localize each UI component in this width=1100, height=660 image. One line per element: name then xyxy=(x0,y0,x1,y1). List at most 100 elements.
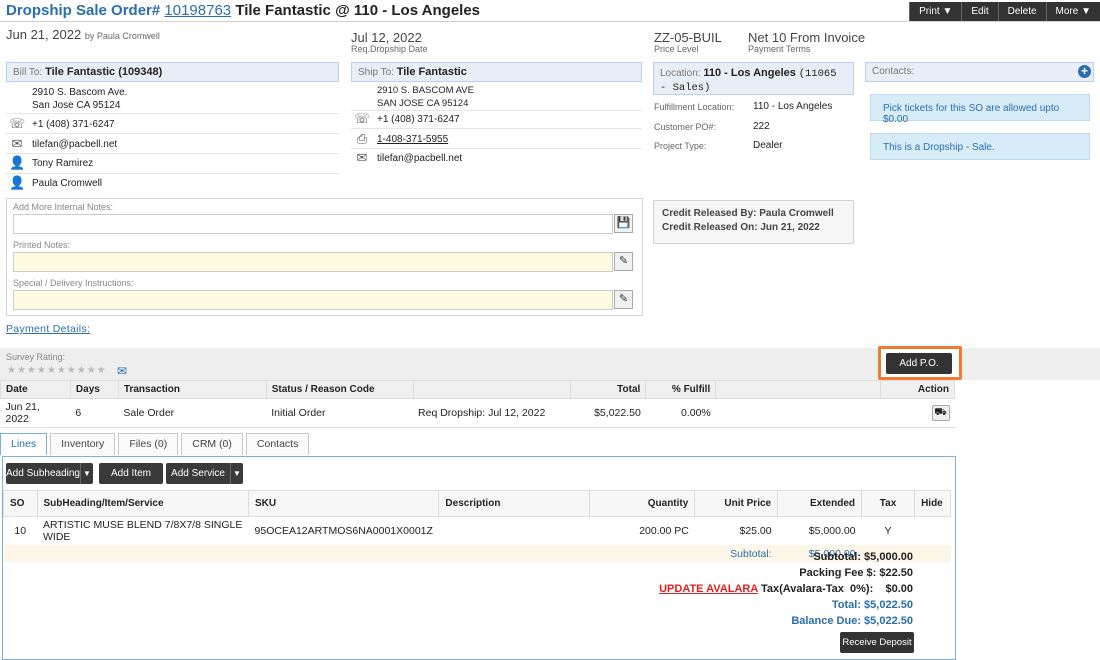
req-date-label: Req.Dropship Date xyxy=(351,44,428,54)
col-so: SO xyxy=(3,490,38,517)
ship-to-fax[interactable]: 1-408-371-5955 xyxy=(377,134,448,145)
chevron-down-icon[interactable]: ▼ xyxy=(80,463,93,484)
cell-hide xyxy=(915,517,951,546)
col-tax: Tax xyxy=(861,490,916,517)
add-po-highlight: Add P.O. xyxy=(878,346,962,380)
survey-rating-stars[interactable]: ★★★★★★★★★★ xyxy=(7,365,107,376)
special-instructions-input[interactable] xyxy=(13,290,613,310)
divider xyxy=(6,113,339,114)
order-customer: Tile Fantastic @ 110 - Los Angeles xyxy=(235,2,481,19)
bill-to-header: Bill To: Tile Fantastic (109348) xyxy=(6,62,339,82)
divider xyxy=(6,173,339,174)
bill-to-name[interactable]: Tile Fantastic (109348) xyxy=(45,66,162,78)
cell-action: ⛟ xyxy=(880,398,955,428)
payment-details-link[interactable]: Payment Details: xyxy=(6,323,90,335)
fulfillment-location: 110 - Los Angeles xyxy=(753,101,833,112)
transactions-table: Date Days Transaction Status / Reason Co… xyxy=(0,380,956,428)
tab-inventory[interactable]: Inventory xyxy=(50,433,116,455)
chevron-down-icon[interactable]: ▼ xyxy=(230,463,243,484)
col-sku: SKU xyxy=(248,490,440,517)
col-item: SubHeading/Item/Service xyxy=(36,490,250,517)
update-avalara-link[interactable]: UPDATE AVALARA xyxy=(659,583,758,595)
email-icon: ✉ xyxy=(356,150,368,165)
email-icon: ✉ xyxy=(11,136,23,151)
add-po-button[interactable]: Add P.O. xyxy=(886,353,952,374)
col-description: Description xyxy=(438,490,590,517)
customer-po: 222 xyxy=(753,121,770,132)
page-title: Dropship Sale Order# 10198763 Tile Fanta… xyxy=(6,2,480,19)
tax-text: Tax(Avalara-Tax 0%): $0.00 xyxy=(757,583,913,595)
add-contact-icon[interactable]: + xyxy=(1078,65,1091,78)
req-date: Jul 12, 2022 xyxy=(351,30,422,45)
edit-pencil-icon[interactable]: ✎ xyxy=(614,252,633,271)
subtotal-row: Subtotal: $5,000.00 xyxy=(3,545,951,562)
printed-notes-label: Printed Notes: xyxy=(13,240,71,250)
save-icon[interactable]: 💾 xyxy=(614,214,633,233)
divider xyxy=(351,128,642,129)
salesperson-icon: 👤 xyxy=(9,175,26,190)
print-button[interactable]: Print ▼ xyxy=(909,2,962,21)
more-button[interactable]: More ▼ xyxy=(1045,2,1100,21)
receive-deposit-button[interactable]: Receive Deposit xyxy=(840,632,914,653)
internal-notes-input[interactable] xyxy=(13,214,613,234)
location-header: Location: 110 - Los Angeles (11065 - Sal… xyxy=(653,62,854,95)
ship-to-address1: 2910 S. BASCOM AVE xyxy=(377,85,474,96)
survey-email-icon[interactable]: ✉ xyxy=(114,364,130,378)
divider xyxy=(351,110,642,111)
col-note xyxy=(412,380,572,399)
cell-fulfill: 0.00% xyxy=(645,398,716,428)
payment-terms-label: Payment Terms xyxy=(748,44,811,54)
credit-released-by: Credit Released By: Paula Cromwell xyxy=(662,208,834,219)
tab-contacts[interactable]: Contacts xyxy=(245,433,310,455)
divider xyxy=(351,148,642,149)
project-type-label: Project Type: xyxy=(654,141,707,151)
order-date-value: Jun 21, 2022 xyxy=(6,27,82,42)
add-service-button[interactable]: Add Service xyxy=(166,463,230,484)
add-subheading-button[interactable]: Add Subheading xyxy=(6,463,80,484)
cell-total: $5,022.50 xyxy=(570,398,646,428)
cell-transaction: Sale Order xyxy=(118,398,267,428)
customer-po-label: Customer PO#: xyxy=(654,122,717,132)
tab-crm[interactable]: CRM (0) xyxy=(181,433,243,455)
cell-date: Jun 21, 2022 xyxy=(0,398,71,428)
ship-to-name: Tile Fantastic xyxy=(396,66,467,78)
ship-to-email[interactable]: tilefan@pacbell.net xyxy=(377,153,462,164)
location-name: 110 - Los Angeles xyxy=(703,67,796,79)
price-level-label: Price Level xyxy=(654,44,699,54)
bill-to-phone[interactable]: +1 (408) 371-6247 xyxy=(32,119,115,130)
location-label: Location: xyxy=(660,68,701,79)
subtotal-row-label: Subtotal: xyxy=(3,545,778,562)
col-fulfill: % Fulfill xyxy=(645,380,717,399)
bill-to-email[interactable]: tilefan@pacbell.net xyxy=(32,139,117,150)
add-item-button[interactable]: Add Item xyxy=(99,463,163,484)
col-extended: Extended xyxy=(777,490,863,517)
survey-label: Survey Rating: xyxy=(6,352,66,362)
cell-sku: 95OCEA12ARTMOS6NA0001X0001Z xyxy=(254,525,433,537)
ship-to-phone[interactable]: +1 (408) 371-6247 xyxy=(377,114,460,125)
truck-icon[interactable]: ⛟ xyxy=(931,405,950,421)
credit-release-box: Credit Released By: Paula Cromwell Credi… xyxy=(653,200,854,244)
pick-ticket-info: Pick tickets for this SO are allowed upt… xyxy=(870,94,1090,125)
cell-quantity: 200.00 PC xyxy=(639,525,689,537)
price-level: ZZ-05-BUIL xyxy=(654,30,722,45)
ship-to-label: Ship To: xyxy=(358,67,394,78)
tab-lines[interactable]: Lines xyxy=(0,433,48,455)
col-transaction: Transaction xyxy=(117,380,267,399)
ship-to-header: Ship To: Tile Fantastic xyxy=(351,62,642,82)
bill-to-label: Bill To: xyxy=(13,67,43,78)
delete-button[interactable]: Delete xyxy=(997,2,1046,21)
order-number-link[interactable]: 10198763 xyxy=(164,2,231,19)
cell-blank xyxy=(715,398,881,428)
printed-notes-input[interactable] xyxy=(13,252,613,272)
col-action: Action xyxy=(879,380,956,399)
divider xyxy=(6,133,339,134)
credit-released-on: Credit Released On: Jun 21, 2022 xyxy=(662,222,820,233)
table-row[interactable]: 10 ARTISTIC MUSE BLEND 7/8X7/8 SINGLE WI… xyxy=(4,517,951,546)
edit-pencil-icon[interactable]: ✎ xyxy=(614,290,633,309)
cell-days: 6 xyxy=(70,398,119,428)
bill-to-address1: 2910 S. Bascom Ave. xyxy=(32,87,128,98)
edit-button[interactable]: Edit xyxy=(961,2,998,21)
tab-files[interactable]: Files (0) xyxy=(118,433,179,455)
table-row[interactable]: Jun 21, 2022 6 Sale Order Initial Order … xyxy=(0,398,955,428)
created-by: by Paula Cromwell xyxy=(84,31,160,41)
